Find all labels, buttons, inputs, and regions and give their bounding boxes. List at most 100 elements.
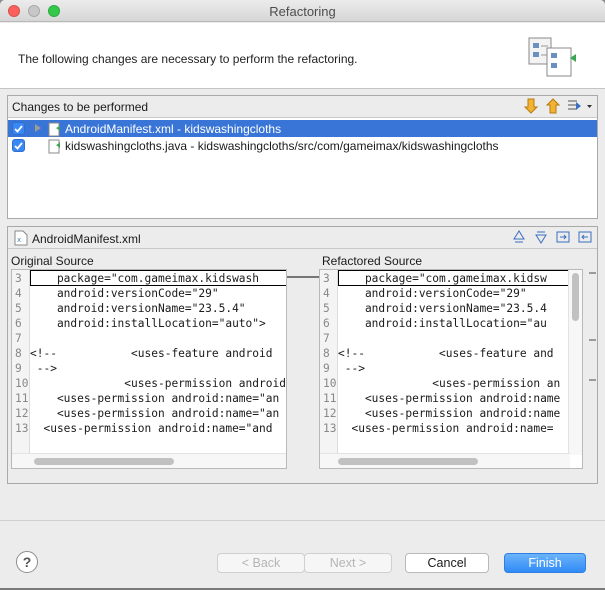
changes-panel-header: Changes to be performed [8, 96, 597, 118]
line-number: 6 [323, 317, 330, 330]
next-button[interactable]: Next > [304, 553, 392, 573]
code-line: 4 android:versionCode="29" [320, 286, 582, 301]
diff-overview-ruler[interactable] [586, 269, 598, 469]
filter-changes-dropdown-icon[interactable] [567, 98, 593, 114]
xml-file-icon: x [14, 230, 28, 246]
horizontal-scroll-thumb[interactable] [34, 458, 174, 465]
code-line: 7 [12, 331, 286, 346]
cancel-button[interactable]: Cancel [405, 553, 489, 573]
line-number: 4 [15, 287, 22, 300]
line-text: <uses-permission android:name= [338, 422, 554, 435]
line-text: <uses-permission android:name [338, 392, 561, 405]
help-button[interactable]: ? [16, 551, 38, 573]
code-line: 13 <uses-permission android:name="and [12, 421, 286, 436]
code-line: 11 <uses-permission android:name="an [12, 391, 286, 406]
previous-change-icon[interactable] [545, 98, 561, 114]
line-text: --> [30, 362, 57, 375]
line-text: android:installLocation="au [338, 317, 547, 330]
finish-button[interactable]: Finish [504, 553, 586, 573]
code-line: 5 android:versionName="23.5.4 [320, 301, 582, 316]
back-button[interactable]: < Back [217, 553, 305, 573]
line-number: 10 [323, 377, 337, 390]
header-message: The following changes are necessary to p… [18, 52, 358, 66]
code-line: 4 android:versionCode="29" [12, 286, 286, 301]
change-checkbox[interactable] [12, 122, 25, 135]
next-change-icon[interactable] [523, 98, 539, 114]
line-number: 13 [15, 422, 29, 435]
xml-change-icon [47, 122, 60, 137]
line-number: 13 [323, 422, 337, 435]
line-number: 12 [323, 407, 337, 420]
code-line: 9 --> [320, 361, 582, 376]
line-number: 11 [323, 392, 337, 405]
line-text: <uses-permission android:name="an [30, 407, 280, 420]
code-line: 7 [320, 331, 582, 346]
line-number: 12 [15, 407, 29, 420]
code-line: 3 package="com.gameimax.kidsw [320, 271, 582, 286]
line-number: 8 [15, 347, 22, 360]
original-source-pane[interactable]: 3 package="com.gameimax.kidswash 4 androi… [11, 269, 287, 469]
line-text: <uses-permission android:name="and [30, 422, 273, 435]
change-item-label: kidswashingcloths.java - kidswashingclot… [65, 139, 499, 153]
horizontal-scroll-thumb[interactable] [338, 458, 478, 465]
code-line: 12 <uses-permission android:name="an [12, 406, 286, 421]
line-number: 7 [15, 332, 22, 345]
expand-arrow-icon[interactable] [35, 124, 41, 132]
line-text: android:installLocation="auto"> [30, 317, 266, 330]
line-text: <uses-permission an [338, 377, 561, 390]
line-text: <!-- <uses-feature and [338, 347, 554, 360]
line-text: <uses-permission android [30, 377, 286, 390]
next-difference-icon[interactable] [511, 229, 527, 245]
refactored-source-pane[interactable]: 3 package="com.gameimax.kidsw 4 android:v… [319, 269, 583, 469]
line-text: android:versionName="23.5.4 [338, 302, 547, 315]
line-number: 7 [323, 332, 330, 345]
code-line: 10 <uses-permission android [12, 376, 286, 391]
compare-file-label: AndroidManifest.xml [32, 232, 141, 246]
previous-difference-icon[interactable] [533, 229, 549, 245]
line-number: 11 [15, 392, 29, 405]
next-change-icon[interactable] [555, 229, 571, 245]
compare-panel: x AndroidManifest.xml Original Source Re… [7, 226, 598, 484]
changes-panel-title: Changes to be performed [12, 100, 149, 114]
code-line: 6 android:installLocation="auto"> [12, 316, 286, 331]
line-number: 6 [15, 317, 22, 330]
original-horizontal-scrollbar[interactable] [12, 453, 286, 468]
change-item-java-file[interactable]: kidswashingcloths.java - kidswashingclot… [8, 137, 597, 154]
refactor-wizard-icon [528, 37, 576, 77]
code-line: 6 android:installLocation="au [320, 316, 582, 331]
change-item-label: AndroidManifest.xml - kidswashingcloths [65, 122, 282, 136]
line-number: 5 [323, 302, 330, 315]
code-line: 5 android:versionName="23.5.4" [12, 301, 286, 316]
line-text: android:versionCode="29" [338, 287, 527, 300]
refactored-horizontal-scrollbar[interactable] [320, 453, 570, 468]
change-checkbox[interactable] [12, 139, 25, 152]
line-number: 5 [15, 302, 22, 315]
line-number: 3 [323, 272, 330, 285]
line-number: 9 [323, 362, 330, 375]
refactored-source-title: Refactored Source [322, 254, 423, 268]
wizard-header: The following changes are necessary to p… [0, 23, 605, 89]
code-line: 9 --> [12, 361, 286, 376]
line-text: <uses-permission android:name [338, 407, 561, 420]
line-text: <!-- <uses-feature android [30, 347, 273, 360]
line-text: package="com.gameimax.kidsw [338, 272, 547, 285]
line-text: --> [338, 362, 365, 375]
line-number: 4 [323, 287, 330, 300]
code-line: 8 <!-- <uses-feature android [12, 346, 286, 361]
code-line: 12 <uses-permission android:name [320, 406, 582, 421]
svg-text:x: x [17, 236, 21, 244]
line-number: 10 [15, 377, 29, 390]
change-item-android-manifest[interactable]: AndroidManifest.xml - kidswashingcloths [8, 120, 597, 137]
code-line: 13 <uses-permission android:name= [320, 421, 582, 436]
code-line: 3 package="com.gameimax.kidswash [12, 271, 286, 286]
code-line: 8 <!-- <uses-feature and [320, 346, 582, 361]
changes-panel: Changes to be performed AndroidManifest.… [7, 95, 598, 219]
line-number: 8 [323, 347, 330, 360]
window-title: Refactoring [269, 4, 336, 19]
refactoring-dialog: Refactoring The following changes are ne… [0, 0, 605, 590]
line-text: android:versionName="23.5.4" [30, 302, 246, 315]
line-text: android:versionCode="29" [30, 287, 219, 300]
diff-center-gutter [287, 269, 319, 469]
java-change-icon [47, 139, 60, 154]
previous-change-icon[interactable] [577, 229, 593, 245]
